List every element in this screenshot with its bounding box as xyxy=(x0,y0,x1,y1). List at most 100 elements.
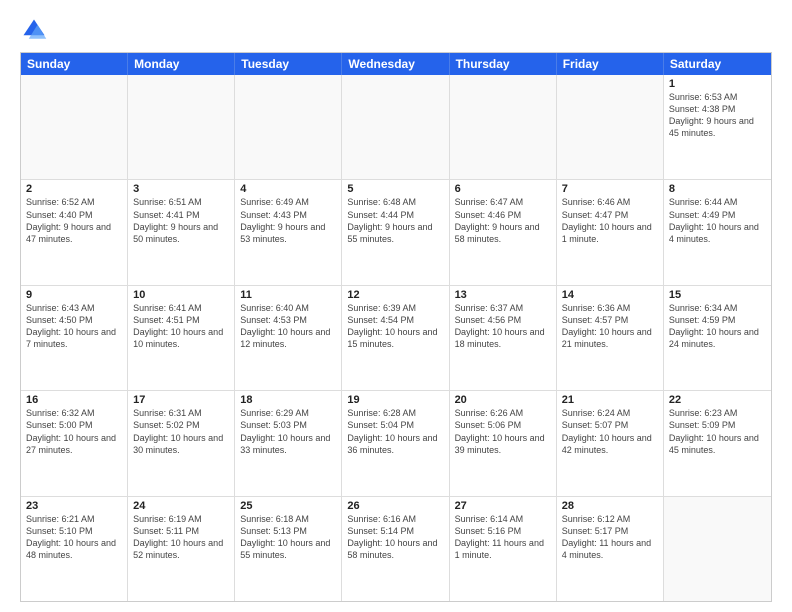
day-number: 10 xyxy=(133,289,229,301)
week-row-3: 16Sunrise: 6:32 AM Sunset: 5:00 PM Dayli… xyxy=(21,391,771,496)
day-number: 20 xyxy=(455,394,551,406)
day-number: 6 xyxy=(455,183,551,195)
day-info: Sunrise: 6:52 AM Sunset: 4:40 PM Dayligh… xyxy=(26,196,122,245)
header-day-monday: Monday xyxy=(128,53,235,75)
day-info: Sunrise: 6:49 AM Sunset: 4:43 PM Dayligh… xyxy=(240,196,336,245)
cal-cell xyxy=(128,75,235,179)
week-row-2: 9Sunrise: 6:43 AM Sunset: 4:50 PM Daylig… xyxy=(21,286,771,391)
day-number: 28 xyxy=(562,500,658,512)
cal-cell: 16Sunrise: 6:32 AM Sunset: 5:00 PM Dayli… xyxy=(21,391,128,495)
day-number: 17 xyxy=(133,394,229,406)
header-day-tuesday: Tuesday xyxy=(235,53,342,75)
day-info: Sunrise: 6:14 AM Sunset: 5:16 PM Dayligh… xyxy=(455,513,551,562)
day-number: 22 xyxy=(669,394,766,406)
day-info: Sunrise: 6:16 AM Sunset: 5:14 PM Dayligh… xyxy=(347,513,443,562)
day-number: 16 xyxy=(26,394,122,406)
day-number: 5 xyxy=(347,183,443,195)
week-row-1: 2Sunrise: 6:52 AM Sunset: 4:40 PM Daylig… xyxy=(21,180,771,285)
day-number: 4 xyxy=(240,183,336,195)
day-info: Sunrise: 6:28 AM Sunset: 5:04 PM Dayligh… xyxy=(347,407,443,456)
cal-cell: 8Sunrise: 6:44 AM Sunset: 4:49 PM Daylig… xyxy=(664,180,771,284)
day-number: 27 xyxy=(455,500,551,512)
calendar-body: 1Sunrise: 6:53 AM Sunset: 4:38 PM Daylig… xyxy=(21,75,771,601)
day-info: Sunrise: 6:37 AM Sunset: 4:56 PM Dayligh… xyxy=(455,302,551,351)
cal-cell: 28Sunrise: 6:12 AM Sunset: 5:17 PM Dayli… xyxy=(557,497,664,601)
logo-icon xyxy=(20,16,48,44)
cal-cell: 10Sunrise: 6:41 AM Sunset: 4:51 PM Dayli… xyxy=(128,286,235,390)
cal-cell: 9Sunrise: 6:43 AM Sunset: 4:50 PM Daylig… xyxy=(21,286,128,390)
day-info: Sunrise: 6:19 AM Sunset: 5:11 PM Dayligh… xyxy=(133,513,229,562)
cal-cell: 17Sunrise: 6:31 AM Sunset: 5:02 PM Dayli… xyxy=(128,391,235,495)
cal-cell: 2Sunrise: 6:52 AM Sunset: 4:40 PM Daylig… xyxy=(21,180,128,284)
day-info: Sunrise: 6:34 AM Sunset: 4:59 PM Dayligh… xyxy=(669,302,766,351)
day-number: 24 xyxy=(133,500,229,512)
cal-cell: 24Sunrise: 6:19 AM Sunset: 5:11 PM Dayli… xyxy=(128,497,235,601)
cal-cell xyxy=(450,75,557,179)
day-number: 8 xyxy=(669,183,766,195)
day-info: Sunrise: 6:44 AM Sunset: 4:49 PM Dayligh… xyxy=(669,196,766,245)
cal-cell: 12Sunrise: 6:39 AM Sunset: 4:54 PM Dayli… xyxy=(342,286,449,390)
day-info: Sunrise: 6:48 AM Sunset: 4:44 PM Dayligh… xyxy=(347,196,443,245)
cal-cell xyxy=(664,497,771,601)
cal-cell: 1Sunrise: 6:53 AM Sunset: 4:38 PM Daylig… xyxy=(664,75,771,179)
day-number: 7 xyxy=(562,183,658,195)
day-info: Sunrise: 6:39 AM Sunset: 4:54 PM Dayligh… xyxy=(347,302,443,351)
day-number: 26 xyxy=(347,500,443,512)
day-info: Sunrise: 6:51 AM Sunset: 4:41 PM Dayligh… xyxy=(133,196,229,245)
day-info: Sunrise: 6:47 AM Sunset: 4:46 PM Dayligh… xyxy=(455,196,551,245)
day-info: Sunrise: 6:12 AM Sunset: 5:17 PM Dayligh… xyxy=(562,513,658,562)
day-info: Sunrise: 6:36 AM Sunset: 4:57 PM Dayligh… xyxy=(562,302,658,351)
header-day-thursday: Thursday xyxy=(450,53,557,75)
cal-cell xyxy=(557,75,664,179)
day-number: 18 xyxy=(240,394,336,406)
day-number: 23 xyxy=(26,500,122,512)
header-day-sunday: Sunday xyxy=(21,53,128,75)
cal-cell: 20Sunrise: 6:26 AM Sunset: 5:06 PM Dayli… xyxy=(450,391,557,495)
day-info: Sunrise: 6:26 AM Sunset: 5:06 PM Dayligh… xyxy=(455,407,551,456)
day-info: Sunrise: 6:24 AM Sunset: 5:07 PM Dayligh… xyxy=(562,407,658,456)
day-info: Sunrise: 6:29 AM Sunset: 5:03 PM Dayligh… xyxy=(240,407,336,456)
day-info: Sunrise: 6:18 AM Sunset: 5:13 PM Dayligh… xyxy=(240,513,336,562)
page: SundayMondayTuesdayWednesdayThursdayFrid… xyxy=(0,0,792,612)
cal-cell xyxy=(342,75,449,179)
cal-cell: 18Sunrise: 6:29 AM Sunset: 5:03 PM Dayli… xyxy=(235,391,342,495)
logo xyxy=(20,16,52,44)
day-number: 3 xyxy=(133,183,229,195)
cal-cell: 3Sunrise: 6:51 AM Sunset: 4:41 PM Daylig… xyxy=(128,180,235,284)
calendar: SundayMondayTuesdayWednesdayThursdayFrid… xyxy=(20,52,772,602)
header-day-saturday: Saturday xyxy=(664,53,771,75)
cal-cell: 6Sunrise: 6:47 AM Sunset: 4:46 PM Daylig… xyxy=(450,180,557,284)
cal-cell: 23Sunrise: 6:21 AM Sunset: 5:10 PM Dayli… xyxy=(21,497,128,601)
cal-cell: 26Sunrise: 6:16 AM Sunset: 5:14 PM Dayli… xyxy=(342,497,449,601)
cal-cell xyxy=(21,75,128,179)
day-info: Sunrise: 6:21 AM Sunset: 5:10 PM Dayligh… xyxy=(26,513,122,562)
day-info: Sunrise: 6:46 AM Sunset: 4:47 PM Dayligh… xyxy=(562,196,658,245)
day-number: 25 xyxy=(240,500,336,512)
day-info: Sunrise: 6:43 AM Sunset: 4:50 PM Dayligh… xyxy=(26,302,122,351)
calendar-header: SundayMondayTuesdayWednesdayThursdayFrid… xyxy=(21,53,771,75)
header-day-wednesday: Wednesday xyxy=(342,53,449,75)
day-number: 11 xyxy=(240,289,336,301)
day-info: Sunrise: 6:31 AM Sunset: 5:02 PM Dayligh… xyxy=(133,407,229,456)
cal-cell: 22Sunrise: 6:23 AM Sunset: 5:09 PM Dayli… xyxy=(664,391,771,495)
cal-cell: 7Sunrise: 6:46 AM Sunset: 4:47 PM Daylig… xyxy=(557,180,664,284)
day-number: 15 xyxy=(669,289,766,301)
day-info: Sunrise: 6:41 AM Sunset: 4:51 PM Dayligh… xyxy=(133,302,229,351)
cal-cell: 27Sunrise: 6:14 AM Sunset: 5:16 PM Dayli… xyxy=(450,497,557,601)
day-number: 2 xyxy=(26,183,122,195)
cal-cell xyxy=(235,75,342,179)
day-number: 1 xyxy=(669,78,766,90)
cal-cell: 15Sunrise: 6:34 AM Sunset: 4:59 PM Dayli… xyxy=(664,286,771,390)
day-info: Sunrise: 6:32 AM Sunset: 5:00 PM Dayligh… xyxy=(26,407,122,456)
day-number: 12 xyxy=(347,289,443,301)
week-row-0: 1Sunrise: 6:53 AM Sunset: 4:38 PM Daylig… xyxy=(21,75,771,180)
day-number: 21 xyxy=(562,394,658,406)
cal-cell: 5Sunrise: 6:48 AM Sunset: 4:44 PM Daylig… xyxy=(342,180,449,284)
day-number: 19 xyxy=(347,394,443,406)
week-row-4: 23Sunrise: 6:21 AM Sunset: 5:10 PM Dayli… xyxy=(21,497,771,601)
day-info: Sunrise: 6:53 AM Sunset: 4:38 PM Dayligh… xyxy=(669,91,766,140)
cal-cell: 14Sunrise: 6:36 AM Sunset: 4:57 PM Dayli… xyxy=(557,286,664,390)
day-number: 9 xyxy=(26,289,122,301)
header-day-friday: Friday xyxy=(557,53,664,75)
cal-cell: 4Sunrise: 6:49 AM Sunset: 4:43 PM Daylig… xyxy=(235,180,342,284)
